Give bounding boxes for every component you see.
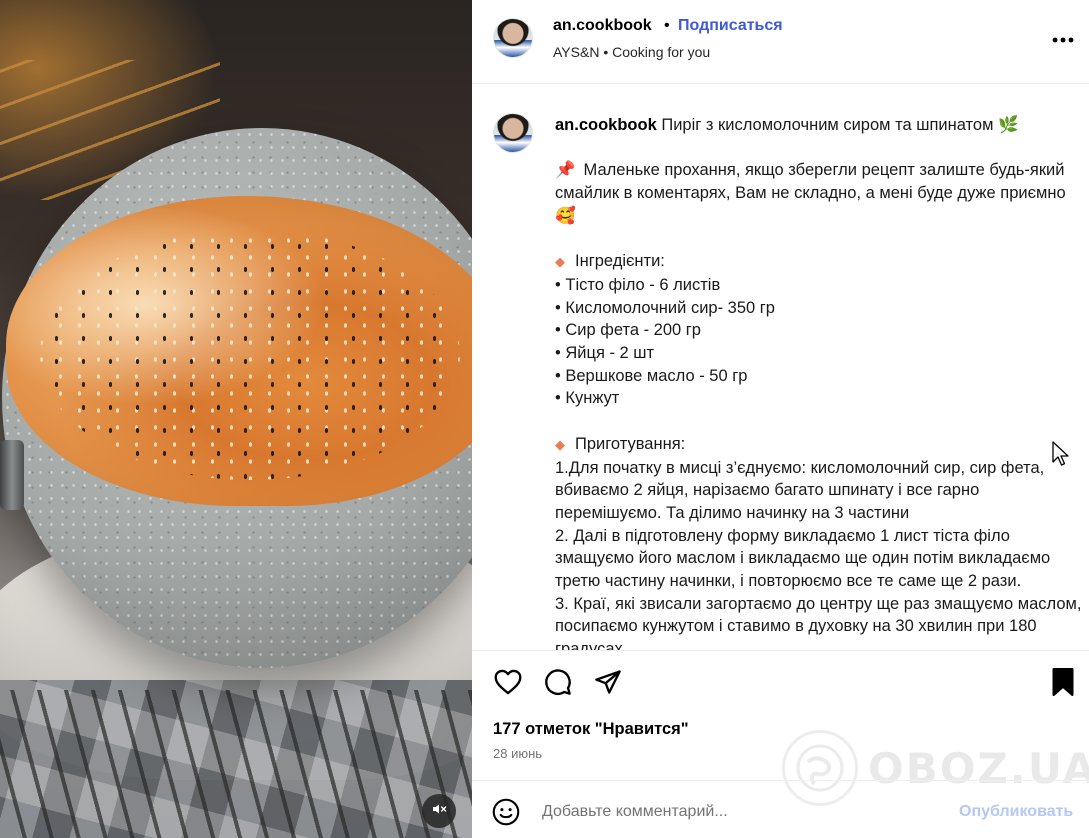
- heart-icon: [494, 669, 522, 700]
- step-item: 3. Краї, які звисали загортаємо до центр…: [555, 594, 1087, 650]
- post-comment-button[interactable]: Опубликовать: [959, 803, 1073, 821]
- like-button[interactable]: [491, 667, 525, 701]
- ingredient-item: • Тісто філо - 6 листів: [555, 275, 721, 294]
- separator-dot: •: [664, 17, 670, 34]
- diamond-icon: ◆: [555, 436, 565, 452]
- comment-bar: Опубликовать: [472, 780, 1089, 838]
- post-media[interactable]: [0, 0, 472, 838]
- oven-rack-bottom: [0, 690, 472, 838]
- more-horizontal-icon: [1052, 30, 1074, 48]
- steps-heading: Приготування:: [575, 434, 686, 453]
- mouse-cursor-icon: [1052, 441, 1070, 472]
- mute-button[interactable]: [422, 794, 456, 828]
- ingredient-item: • Вершкове масло - 50 гр: [555, 366, 748, 385]
- caption-scroll-area[interactable]: an.cookbook Пиріг з кисломолочним сиром …: [472, 85, 1089, 650]
- step-item: 2. Далі в підготовлену форму викладаємо …: [555, 526, 1055, 591]
- save-button[interactable]: [1046, 667, 1080, 701]
- post-date[interactable]: 28 июнь: [493, 746, 542, 761]
- action-bar: [472, 660, 1089, 708]
- speaker-muted-icon: [431, 801, 447, 822]
- follow-button[interactable]: Подписаться: [678, 17, 783, 35]
- ingredients-heading: Інгредієнти:: [575, 252, 665, 271]
- diamond-icon: ◆: [555, 254, 565, 270]
- share-button[interactable]: [591, 667, 625, 701]
- smiley-face-icon: [492, 798, 520, 830]
- ingredient-item: • Кисломолочний сир- 350 гр: [555, 298, 775, 317]
- ingredient-item: • Яйця - 2 шт: [555, 344, 655, 362]
- comment-input[interactable]: [542, 800, 922, 824]
- audio-info[interactable]: AYS&N • Cooking for you: [553, 44, 710, 60]
- emoji-button[interactable]: [492, 798, 520, 826]
- author-username[interactable]: an.cookbook: [553, 17, 652, 35]
- caption-request: Маленьке прохання, якщо зберегли рецепт …: [555, 161, 1071, 225]
- sesame-seeds: [40, 230, 460, 480]
- divider: [472, 650, 1089, 651]
- caption-username[interactable]: an.cookbook: [555, 116, 657, 134]
- pan-latch: [0, 440, 24, 510]
- more-options-button[interactable]: [1048, 24, 1078, 54]
- post-details-panel: an.cookbook • Подписаться AYS&N • Cookin…: [472, 0, 1089, 838]
- comment-bubble-icon: [544, 668, 572, 701]
- ingredient-item: • Кунжут: [555, 389, 620, 408]
- avatar[interactable]: [493, 18, 533, 58]
- audio-artist: AYS&N: [553, 44, 600, 60]
- caption-title: Пиріг з кисломолочним сиром та шпинатом …: [661, 116, 1019, 134]
- comment-button[interactable]: [541, 667, 575, 701]
- post-caption: an.cookbook Пиріг з кисломолочним сиром …: [555, 114, 1085, 650]
- paper-plane-icon: [594, 668, 622, 701]
- audio-separator: •: [603, 44, 609, 60]
- caption-avatar[interactable]: [493, 113, 533, 153]
- ingredient-item: • Сир фета - 200 гр: [555, 321, 701, 340]
- bookmark-filled-icon: [1051, 667, 1075, 701]
- pin-icon: 📌: [555, 161, 576, 180]
- likes-count[interactable]: 177 отметок "Нравится": [493, 720, 689, 739]
- audio-title: Cooking for you: [612, 44, 711, 60]
- post-header: an.cookbook • Подписаться AYS&N • Cookin…: [472, 0, 1089, 84]
- step-item: 1.Для початку в мисці з’єднуємо: кисломо…: [555, 458, 1049, 522]
